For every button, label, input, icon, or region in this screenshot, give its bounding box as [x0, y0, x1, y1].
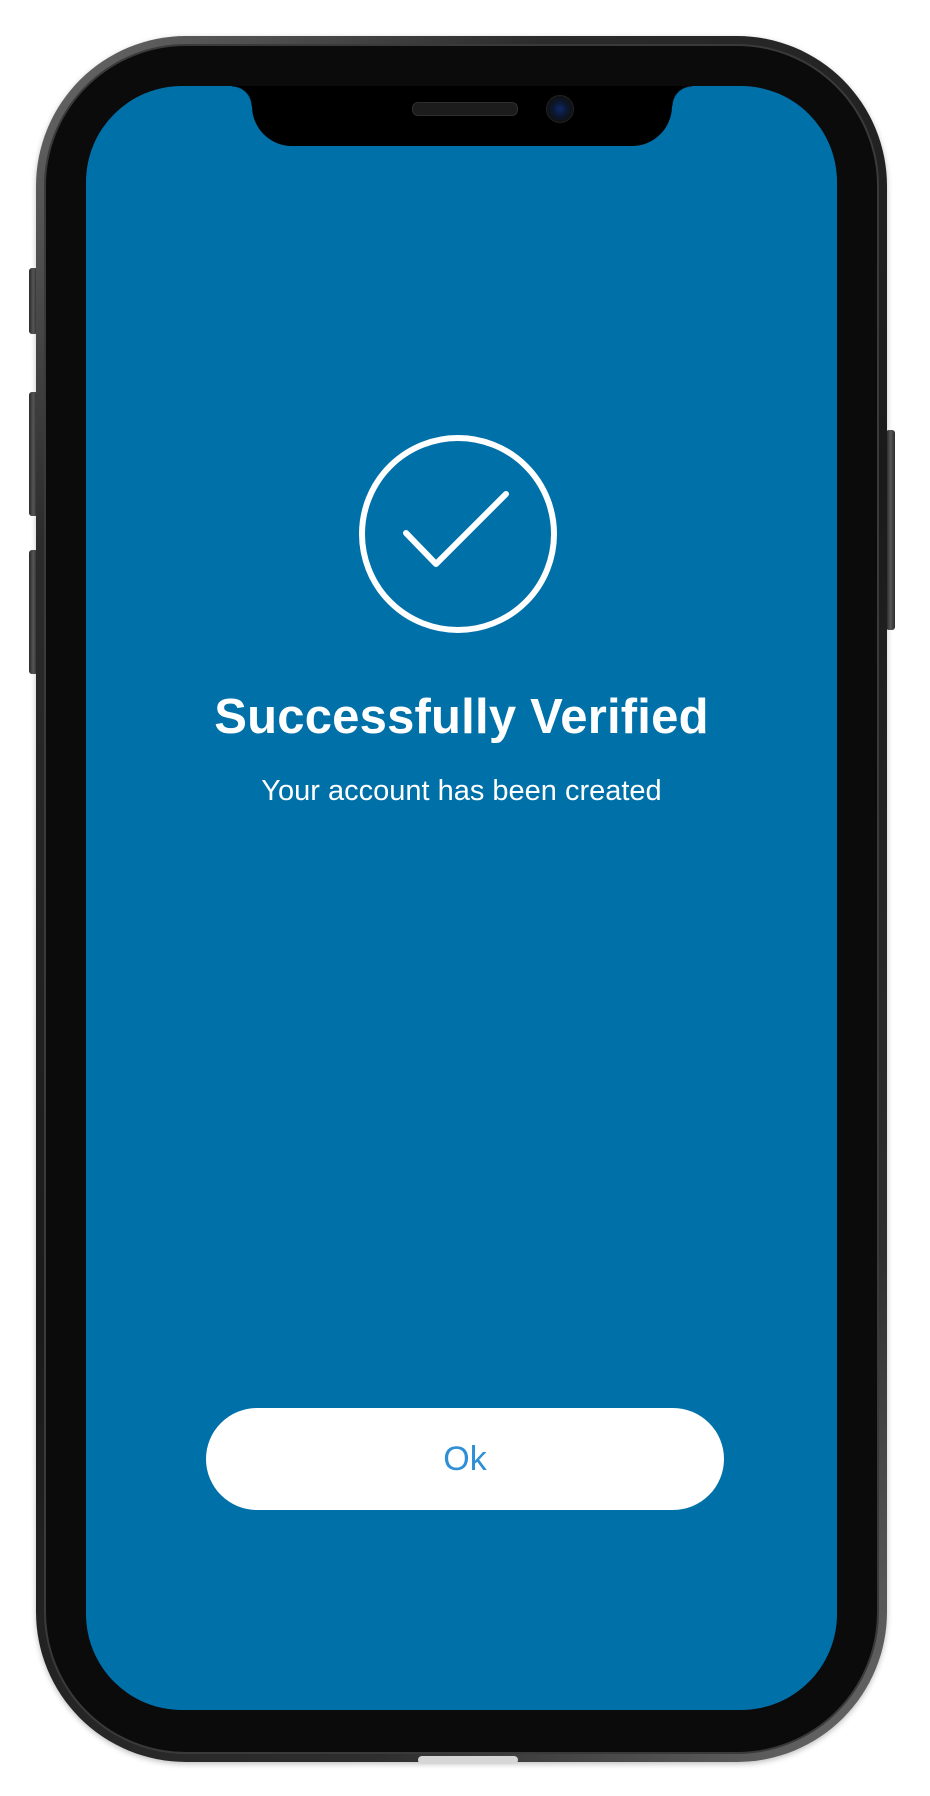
earpiece-speaker [412, 102, 518, 116]
ok-button-label: Ok [443, 1439, 487, 1478]
page-title: Successfully Verified [214, 690, 709, 744]
ok-button[interactable]: Ok [206, 1408, 724, 1510]
front-camera [546, 95, 574, 123]
verification-success-screen: Successfully Verified Your account has b… [86, 86, 837, 1710]
device-mockup: Successfully Verified Your account has b… [0, 0, 930, 1796]
power-button [886, 430, 895, 630]
notch [232, 86, 692, 146]
device-bottom-detail [418, 1756, 518, 1764]
check-circle-icon [359, 435, 557, 633]
status-message: Your account has been created [261, 775, 662, 807]
